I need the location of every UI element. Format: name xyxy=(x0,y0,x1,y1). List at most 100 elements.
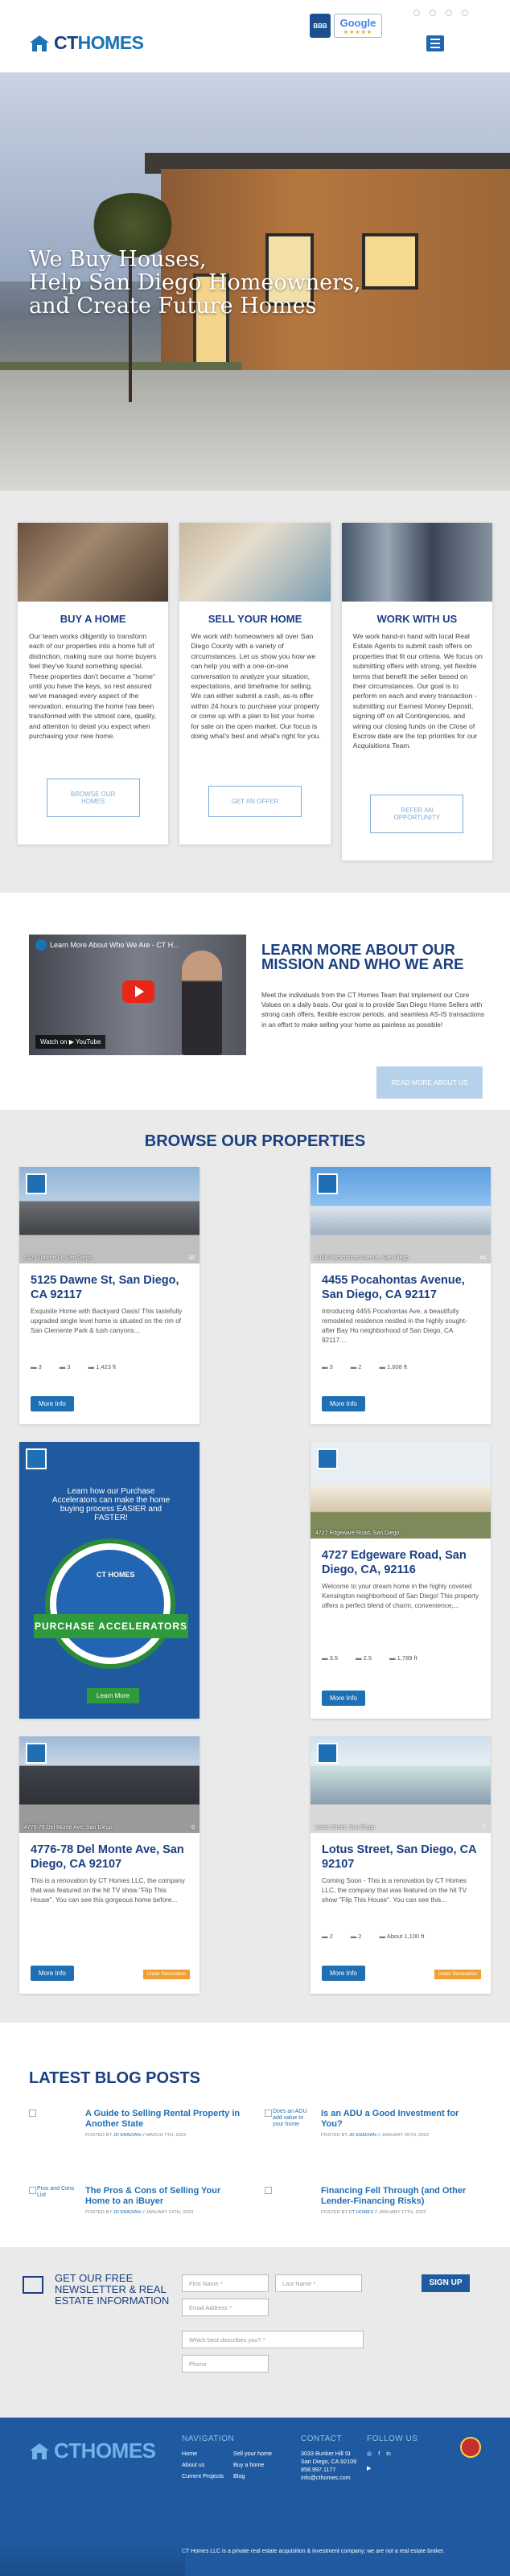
more-info-button[interactable]: More Info xyxy=(31,1396,74,1411)
play-icon[interactable] xyxy=(122,980,154,1003)
post-thumbnail[interactable]: Pros and Cons List xyxy=(29,2186,77,2204)
post-title[interactable]: Financing Fell Through (and Other Lender… xyxy=(321,2186,481,2207)
role-select[interactable]: Which best describes you? * xyxy=(182,2331,364,2348)
post-author[interactable]: JD EBADIAN xyxy=(113,2210,141,2215)
youtube-icon[interactable] xyxy=(462,10,468,16)
blog-post: Financing Fell Through (and Other Lender… xyxy=(265,2186,481,2215)
service-title: WORK WITH US xyxy=(376,613,458,625)
bbb-badge[interactable]: BBB xyxy=(310,14,331,38)
property-image[interactable]: 4455 Pocahontas Avenue, San Diego 44 xyxy=(311,1167,491,1263)
youtube-icon[interactable]: ▶ xyxy=(367,2464,431,2472)
post-title[interactable]: Is an ADU a Good Investment for You? xyxy=(321,2109,481,2130)
google-reviews-badge[interactable]: Google ★★★★★ xyxy=(334,14,382,38)
more-info-button[interactable]: More Info xyxy=(31,1966,74,1981)
post-author[interactable]: CT HOMES xyxy=(349,2210,374,2215)
facebook-icon[interactable] xyxy=(413,10,420,16)
award-badge-icon xyxy=(460,2437,481,2458)
blog-post: A Guide to Selling Rental Property in An… xyxy=(29,2109,245,2138)
purchase-accelerators-promo[interactable]: Learn how our Purchase Accelerators can … xyxy=(19,1442,199,1719)
service-card-work: WORK WITH US We work hand-in hand with l… xyxy=(341,523,492,861)
footer-link-about[interactable]: About us xyxy=(182,2461,227,2469)
baths-count: 3 xyxy=(60,1363,70,1370)
promo-ribbon: PURCHASE ACCELERATORS xyxy=(34,1614,188,1638)
service-card-sell: SELL YOUR HOME We work with homeowners a… xyxy=(179,523,331,844)
property-title[interactable]: 4455 Pocahontas Avenue, San Diego, CA 92… xyxy=(322,1273,479,1302)
property-image[interactable]: Lotus Street, San Diego 7 xyxy=(311,1736,491,1833)
footer-logo[interactable]: CTHOMES xyxy=(29,2438,156,2463)
property-card: 4776-78 Del Monte Ave, San Diego 0 4776-… xyxy=(19,1736,199,1994)
instagram-icon[interactable] xyxy=(430,10,436,16)
property-image[interactable]: 4727 Edgeware Road, San Diego xyxy=(311,1442,491,1539)
post-meta: POSTED BY JD EBADIAN // MARCH 7TH, 2023 xyxy=(85,2133,187,2138)
site-logo[interactable]: CTHOMES xyxy=(29,32,144,54)
instagram-icon[interactable]: ◎ xyxy=(367,2450,372,2458)
property-card: Lotus Street, San Diego 7 Lotus Street, … xyxy=(311,1736,491,1994)
footer-navigation: NAVIGATION Home Sell your home About us … xyxy=(182,2435,278,2480)
linkedin-icon[interactable]: in xyxy=(386,2450,391,2458)
blog-section: LATEST BLOG POSTS A Guide to Selling Ren… xyxy=(0,2023,510,2247)
site-footer: CTHOMES NAVIGATION Home Sell your home A… xyxy=(0,2418,510,2576)
photo-count: 44 xyxy=(479,1255,486,1261)
more-info-button[interactable]: More Info xyxy=(322,1691,365,1706)
footer-link-home[interactable]: Home xyxy=(182,2450,227,2458)
contact-phone[interactable]: 858.997.1177 xyxy=(301,2466,365,2474)
youtube-video[interactable]: Learn More About Who We Are - CT H... Wa… xyxy=(29,935,246,1055)
beds-count: 2 xyxy=(322,1933,333,1940)
contact-email[interactable]: info@cthomes.com xyxy=(301,2474,365,2482)
hero-banner: We Buy Houses, Help San Diego Homeowners… xyxy=(0,72,510,491)
footer-nav-heading: NAVIGATION xyxy=(182,2434,235,2443)
property-description: Coming Soon - This is a renovation by CT… xyxy=(322,1877,467,1904)
house-logo-icon xyxy=(30,2442,49,2459)
footer-follow: FOLLOW US ◎ f in ▶ xyxy=(367,2435,431,2472)
property-title[interactable]: Lotus Street, San Diego, CA 92107 xyxy=(322,1843,479,1871)
last-name-input[interactable]: Last Name * xyxy=(275,2274,362,2292)
post-thumbnail[interactable] xyxy=(29,2109,77,2126)
property-image[interactable]: 4776-78 Del Monte Ave, San Diego 0 xyxy=(19,1736,199,1833)
linkedin-icon[interactable] xyxy=(446,10,452,16)
property-title[interactable]: 5125 Dawne St, San Diego, CA 92117 xyxy=(31,1273,188,1302)
facebook-icon[interactable]: f xyxy=(378,2450,380,2458)
property-title[interactable]: 4727 Edgeware Road, San Diego, CA, 92116 xyxy=(322,1548,479,1577)
property-title[interactable]: 4776-78 Del Monte Ave, San Diego, CA 921… xyxy=(31,1843,188,1871)
post-author[interactable]: JD EBADIAN xyxy=(113,2133,141,2138)
property-card: 5125 Dawne St, San Diego 36 5125 Dawne S… xyxy=(19,1167,199,1424)
sign-up-button[interactable]: SIGN UP xyxy=(422,2274,470,2292)
post-title[interactable]: A Guide to Selling Rental Property in An… xyxy=(85,2109,245,2130)
photo-count: 36 xyxy=(188,1255,195,1261)
get-offer-button[interactable]: GET AN OFFER xyxy=(208,786,302,817)
post-thumbnail[interactable]: Does an ADU add value to your home xyxy=(265,2109,313,2127)
email-input[interactable]: Email Address * xyxy=(182,2299,269,2316)
more-info-button[interactable]: More Info xyxy=(322,1396,365,1411)
footer-link-buy[interactable]: Buy a home xyxy=(233,2461,278,2469)
property-description: This is a renovation by CT Homes LLC, th… xyxy=(31,1877,185,1904)
beds-count: 3 xyxy=(31,1363,42,1370)
newsletter-section: GET OUR FREE NEWSLETTER & REAL ESTATE IN… xyxy=(0,2247,510,2418)
phone-input[interactable]: Phone xyxy=(182,2355,269,2373)
post-author[interactable]: JD EBADIAN xyxy=(349,2133,376,2138)
menu-icon[interactable] xyxy=(426,35,444,51)
post-meta: POSTED BY JD EBADIAN // JANUARY 24TH, 20… xyxy=(85,2210,194,2215)
beds-count: 3 xyxy=(322,1363,333,1370)
footer-link-sell[interactable]: Sell your home xyxy=(233,2450,278,2458)
first-name-input[interactable]: First Name * xyxy=(182,2274,269,2292)
learn-more-button[interactable]: Learn More xyxy=(87,1688,139,1703)
post-title[interactable]: The Pros & Cons of Selling Your Home to … xyxy=(85,2186,245,2207)
footer-link-projects[interactable]: Current Projects xyxy=(182,2472,227,2480)
newsletter-heading: GET OUR FREE NEWSLETTER & REAL ESTATE IN… xyxy=(55,2272,170,2307)
footer-link-blog[interactable]: Blog xyxy=(233,2472,278,2480)
read-more-button[interactable]: READ MORE ABOUT US xyxy=(376,1066,483,1099)
refer-opportunity-button[interactable]: REFER AN OPPORTUNITY xyxy=(370,795,464,833)
hero-headline: We Buy Houses, Help San Diego Homeowners… xyxy=(29,247,361,318)
property-image[interactable]: 5125 Dawne St, San Diego 36 xyxy=(19,1167,199,1263)
browse-homes-button[interactable]: BROWSE OUR HOMES xyxy=(46,779,140,817)
top-social-links xyxy=(413,10,468,16)
property-description: Exquisite Home with Backyard Oasis! This… xyxy=(31,1308,183,1334)
sqft: About 1,100 ft xyxy=(380,1933,425,1940)
post-thumbnail[interactable] xyxy=(265,2186,313,2204)
property-card: 4727 Edgeware Road, San Diego 4727 Edgew… xyxy=(311,1442,491,1719)
watch-on-youtube[interactable]: Watch on ▶ YouTube xyxy=(35,1035,106,1049)
promo-text: Learn how our Purchase Accelerators can … xyxy=(51,1487,171,1522)
more-info-button[interactable]: More Info xyxy=(322,1966,365,1981)
property-stats: 3 2 1,608 ft xyxy=(322,1363,479,1370)
service-photo xyxy=(179,523,331,602)
